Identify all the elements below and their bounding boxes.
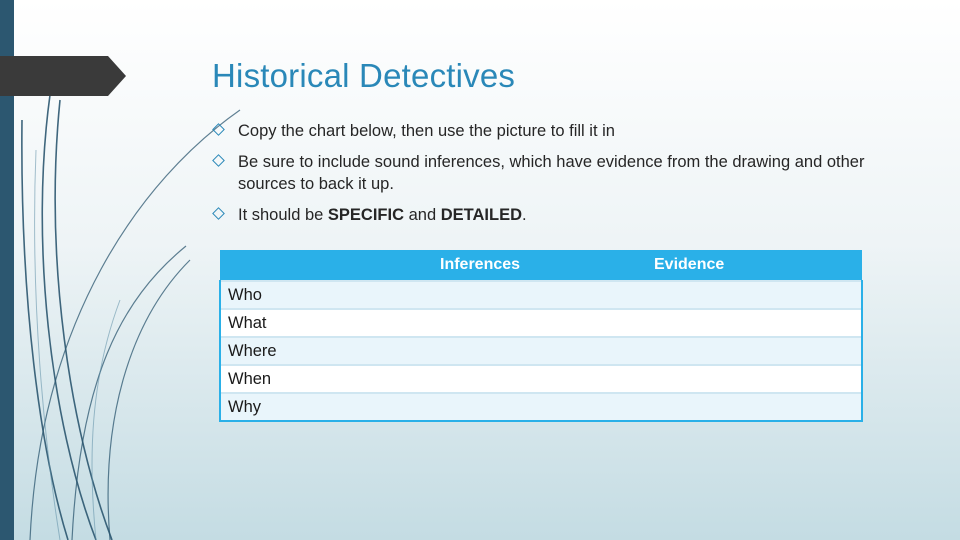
- table-row: When: [219, 364, 863, 393]
- table-cell: [654, 280, 863, 309]
- bullet-emphasis-detailed: DETAILED: [440, 206, 522, 224]
- header-cell-inferences: Inferences: [440, 250, 654, 281]
- table-cell: [440, 280, 654, 309]
- bullet-text: Copy the chart below, then use the pictu…: [238, 122, 615, 140]
- table-cell: [654, 364, 863, 393]
- table-row: Why: [219, 392, 863, 422]
- table-cell: [654, 336, 863, 365]
- row-label-where: Where: [219, 336, 440, 365]
- header-cell-blank: [220, 250, 440, 281]
- bullet-text-mid: and: [404, 206, 441, 224]
- row-label-why: Why: [219, 392, 440, 422]
- table-cell: [440, 308, 654, 337]
- table-header-row: Inferences Evidence: [220, 250, 862, 281]
- table-cell: [440, 392, 654, 422]
- inference-table: Inferences Evidence Who What Where When …: [219, 250, 863, 422]
- diamond-bullet-icon: [212, 207, 225, 220]
- row-label-when: When: [219, 364, 440, 393]
- table-row: Where: [219, 336, 863, 365]
- table-cell: [654, 308, 863, 337]
- slide-title: Historical Detectives: [212, 57, 516, 94]
- diamond-bullet-icon: [212, 154, 225, 167]
- row-label-who: Who: [219, 280, 440, 309]
- diamond-bullet-icon: [212, 123, 225, 136]
- table-row: Who: [219, 280, 863, 309]
- table-row: What: [219, 308, 863, 337]
- bullet-item: Copy the chart below, then use the pictu…: [212, 120, 904, 142]
- bullet-emphasis-specific: SPECIFIC: [327, 206, 405, 224]
- bullet-text-suffix: .: [522, 206, 527, 224]
- table-cell: [654, 392, 863, 422]
- bullet-item: Be sure to include sound inferences, whi…: [212, 151, 904, 195]
- table-cell: [440, 336, 654, 365]
- title-tab-shape: [0, 56, 126, 96]
- bullet-text: Be sure to include sound inferences, whi…: [238, 153, 865, 193]
- header-cell-evidence: Evidence: [654, 250, 862, 281]
- bullet-list: Copy the chart below, then use the pictu…: [212, 120, 904, 235]
- bullet-text-prefix: It should be: [238, 206, 328, 224]
- table-cell: [440, 364, 654, 393]
- row-label-what: What: [219, 308, 440, 337]
- bullet-item: It should be SPECIFIC and DETAILED.: [212, 204, 904, 226]
